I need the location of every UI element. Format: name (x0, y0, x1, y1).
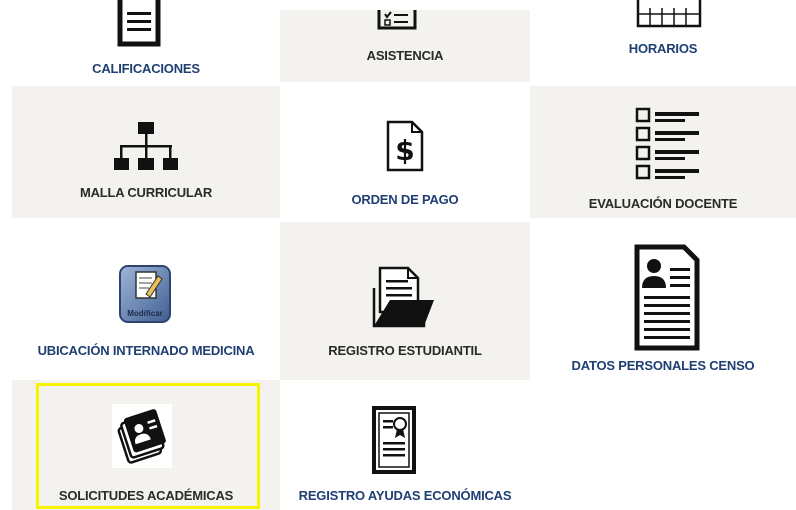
tile-calificaciones[interactable]: CALIFICACIONES (12, 0, 280, 82)
folder-documents-icon (372, 266, 434, 328)
tile-label: ORDEN DE PAGO (351, 192, 459, 207)
certificate-icon (372, 406, 416, 474)
tile-registro-estudiantil[interactable]: REGISTRO ESTUDIANTIL (280, 222, 530, 380)
tile-label: UBICACIÓN INTERNADO MEDICINA (37, 343, 255, 358)
tile-label: HORARIOS (628, 41, 698, 56)
tile-horarios[interactable]: HORARIOS (530, 0, 796, 82)
schedule-grid-icon (636, 0, 702, 28)
tile-solicitudes-academicas[interactable]: SOLICITUDES ACADÉMICAS (12, 380, 280, 510)
tile-ubicacion-internado-medicina[interactable]: Modificar UBICACIÓN INTERNADO MEDICINA (12, 222, 280, 380)
tile-asistencia[interactable]: ASISTENCIA (280, 10, 530, 82)
tile-label: REGISTRO ESTUDIANTIL (328, 343, 482, 358)
tile-orden-de-pago[interactable]: $ ORDEN DE PAGO (280, 86, 530, 218)
tile-label: DATOS PERSONALES CENSO (571, 358, 755, 373)
modify-edit-icon: Modificar (119, 265, 171, 323)
icon-caption: Modificar (127, 309, 163, 318)
checklist-clipboard-icon (377, 10, 417, 30)
tile-label: EVALUACIÓN DOCENTE (588, 196, 738, 211)
tile-malla-curricular[interactable]: MALLA CURRICULAR (12, 86, 280, 218)
tile-label: CALIFICACIONES (92, 61, 200, 76)
tile-label: REGISTRO AYUDAS ECONÓMICAS (298, 488, 512, 503)
svg-text:$: $ (395, 134, 414, 167)
checkbox-list-icon (635, 107, 699, 180)
tile-evaluacion-docente[interactable]: EVALUACIÓN DOCENTE (530, 86, 796, 218)
tile-datos-personales-censo[interactable]: DATOS PERSONALES CENSO (530, 222, 796, 380)
tile-label: SOLICITUDES ACADÉMICAS (58, 488, 234, 503)
dollar-document-icon: $ (386, 120, 424, 172)
id-cards-stack-icon (112, 404, 172, 468)
org-chart-icon (114, 122, 178, 170)
tile-label: MALLA CURRICULAR (79, 185, 213, 200)
tile-label: ASISTENCIA (366, 48, 444, 63)
personal-record-icon (634, 244, 700, 351)
tile-registro-ayudas-economicas[interactable]: REGISTRO AYUDAS ECONÓMICAS (280, 380, 530, 510)
document-list-icon (117, 0, 161, 47)
